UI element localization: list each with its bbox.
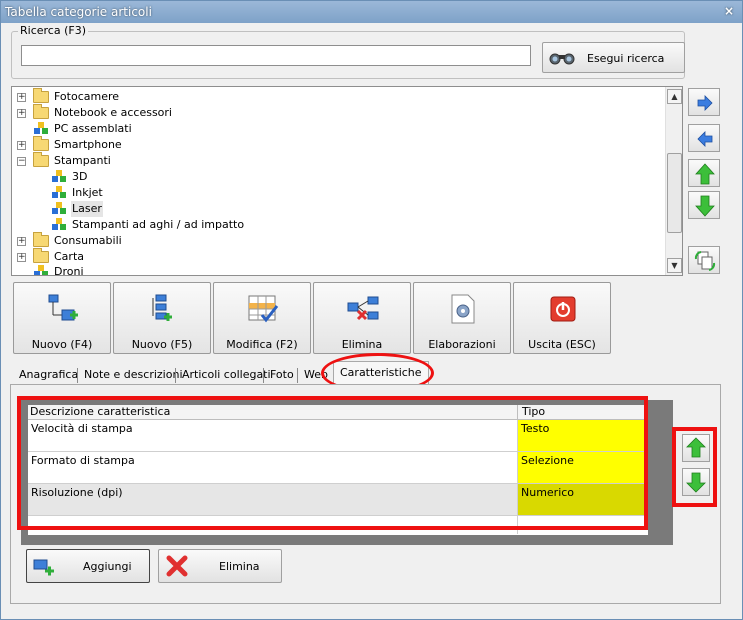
tab-separator [263,368,264,383]
arrow-left-icon [697,131,713,147]
network-node-icon [34,265,48,275]
tab-articoli[interactable]: Articoli collegati [182,365,271,385]
folder-icon [33,248,49,263]
arrow-down-icon [695,195,715,217]
close-icon[interactable]: × [722,4,736,18]
delete-x-icon [166,555,188,577]
tree-item-label: Notebook e accessori [54,106,172,119]
aggiungi-button[interactable]: Aggiungi [26,549,150,583]
tree-item-label: Inkjet [72,186,103,199]
expand-icon[interactable]: + [17,253,26,262]
new-node-icon [48,294,78,321]
power-icon [550,296,576,322]
arrow-up-icon [695,163,715,185]
nuovo-f5-label: Nuovo (F5) [131,338,193,351]
search-button[interactable]: Esegui ricerca [542,42,685,73]
folder-icon [33,88,49,103]
uscita-button[interactable]: Uscita (ESC) [513,282,611,354]
folder-icon [33,104,49,119]
tree-item-label: Smartphone [54,138,122,151]
modifica-label: Modifica (F2) [226,338,298,351]
window-title: Tabella categorie articoli [5,5,152,19]
uscita-label: Uscita (ESC) [528,338,596,351]
add-row-icon [33,559,54,576]
elimina-row-button[interactable]: Elimina [158,549,282,583]
move-left-button[interactable] [688,124,720,152]
network-node-icon [52,170,66,182]
elaborazioni-button[interactable]: Elaborazioni [413,282,511,354]
tab-separator [77,368,78,383]
main-window: Tabella categorie articoli × Ricerca (F3… [0,0,743,620]
modifica-button[interactable]: Modifica (F2) [213,282,311,354]
nuovo-f4-button[interactable]: Nuovo (F4) [13,282,111,354]
network-node-icon [52,218,66,230]
tab-anagrafica[interactable]: Anagrafica [19,365,78,385]
folder-icon [33,152,49,167]
delete-node-icon [347,296,379,321]
arrow-right-icon [697,95,713,111]
refresh-button[interactable] [688,246,720,274]
search-button-label: Esegui ricerca [587,52,665,65]
tree-item-label: Carta [54,250,84,263]
aggiungi-label: Aggiungi [83,560,132,573]
tab-note[interactable]: Note e descrizioni [84,365,183,385]
collapse-icon[interactable]: − [17,157,26,166]
tree-item-label: Stampanti ad aghi / ad impatto [72,218,245,231]
elaborazioni-label: Elaborazioni [428,338,496,351]
refresh-icon [694,251,716,271]
tree-item-label: 3D [72,170,88,183]
nuovo-f4-label: Nuovo (F4) [31,338,93,351]
tab-separator [297,368,298,383]
elimina-row-label: Elimina [219,560,260,573]
network-node-icon [52,202,66,214]
move-up-button[interactable] [688,159,720,187]
expand-icon[interactable]: + [17,93,26,102]
processing-icon [451,294,475,324]
folder-icon [33,232,49,247]
scroll-down-icon[interactable]: ▼ [667,258,682,273]
tab-separator [175,368,176,383]
expand-icon[interactable]: + [17,109,26,118]
network-node-icon [52,186,66,198]
edit-table-icon [248,295,279,323]
binoculars-icon [549,53,575,65]
move-right-button[interactable] [688,88,720,116]
new-child-node-icon [152,294,172,321]
highlight-grid-box [17,396,648,530]
network-node-icon [34,122,48,134]
highlight-arrows-box [672,427,717,507]
folder-icon [33,136,49,151]
search-group: Ricerca (F3) Esegui ricerca [11,24,685,79]
tree-item-label: Droni [54,265,84,276]
title-bar: Tabella categorie articoli × [1,1,742,23]
tree-item-label: Consumabili [54,234,122,247]
nuovo-f5-button[interactable]: Nuovo (F5) [113,282,211,354]
tree-item-label: Stampanti [54,154,111,167]
scroll-thumb[interactable] [667,153,682,233]
elimina-node-label: Elimina [341,338,383,351]
expand-icon[interactable]: + [17,237,26,246]
tab-foto[interactable]: Foto [270,365,294,385]
elimina-node-button[interactable]: Elimina [313,282,411,354]
tree-item-label: PC assemblati [54,122,132,135]
expand-icon[interactable]: + [17,141,26,150]
tree-scrollbar[interactable]: ▲ ▼ [665,87,682,275]
tree-item-label: Laser [71,201,103,217]
search-input[interactable] [21,45,531,66]
search-group-label: Ricerca (F3) [18,24,88,37]
tree-item-label: Fotocamere [54,90,120,103]
scroll-up-icon[interactable]: ▲ [667,89,682,104]
category-tree[interactable]: + Fotocamere + Notebook e accessori PC a… [11,86,683,276]
move-down-button[interactable] [688,191,720,219]
